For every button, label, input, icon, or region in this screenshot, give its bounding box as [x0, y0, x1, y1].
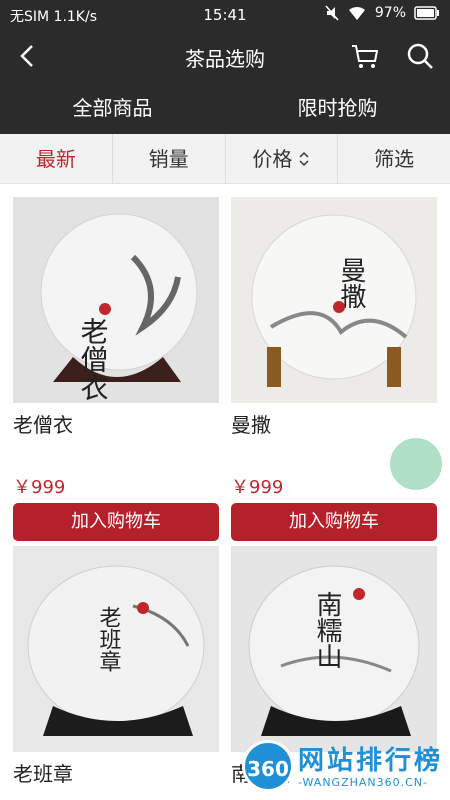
status-icons: 97% [325, 5, 440, 21]
tab-all-products[interactable]: 全部商品 [0, 82, 225, 134]
sort-newest-label: 最新 [35, 146, 76, 171]
mute-icon [325, 5, 339, 21]
battery-percent: 97% [374, 5, 406, 21]
product-image[interactable]: 曼撒 [231, 197, 437, 403]
sort-filter-label: 筛选 [374, 146, 415, 171]
floating-assist-button[interactable] [390, 438, 442, 490]
product-card[interactable]: 老班章 老班章 [13, 546, 219, 788]
product-price: ￥999 [13, 477, 66, 498]
site-watermark: 360 网站排行榜 -WANGZHAN360.CN- [236, 736, 450, 800]
cake-label: 老班章 [96, 606, 122, 672]
cake-label: 南糯山 [312, 591, 342, 669]
page-title: 茶品选购 [185, 47, 265, 71]
tea-cake-illustration: 曼撒 [231, 197, 437, 403]
product-name[interactable]: 老班章 [13, 758, 219, 788]
cart-icon[interactable] [350, 42, 380, 70]
watermark-subtitle: -WANGZHAN360.CN- [298, 776, 429, 789]
product-card[interactable]: 老僧衣 老僧衣 ￥999 加入购物车 [13, 197, 219, 541]
battery-icon [414, 6, 439, 20]
sort-price-label: 价格 [252, 146, 293, 171]
tea-cake-illustration: 老班章 [13, 546, 219, 752]
nav-bar: 茶品选购 [0, 30, 450, 82]
add-to-cart-button[interactable]: 加入购物车 [231, 503, 437, 541]
sort-bar: 最新 销量 价格 筛选 [0, 134, 450, 184]
search-icon[interactable] [405, 41, 435, 71]
product-card[interactable]: 曼撒 曼撒 ￥999 加入购物车 [231, 197, 437, 541]
tab-flash-sale[interactable]: 限时抢购 [225, 82, 450, 134]
product-image[interactable]: 老僧衣 [13, 197, 219, 403]
product-image[interactable]: 南糯山 [231, 546, 437, 752]
product-image[interactable]: 老班章 [13, 546, 219, 752]
sort-price[interactable]: 价格 [226, 134, 339, 183]
add-to-cart-button[interactable]: 加入购物车 [13, 503, 219, 541]
sort-newest[interactable]: 最新 [0, 134, 113, 183]
sort-sales[interactable]: 销量 [113, 134, 226, 183]
status-bar: 无SIM 1.1K/s 15:41 97% [0, 0, 450, 30]
product-name[interactable]: 曼撒 [231, 409, 437, 439]
wifi-icon [348, 6, 365, 20]
cake-label: 老僧衣 [77, 317, 110, 401]
watermark-badge: 360 [242, 740, 294, 792]
tea-cake-illustration: 南糯山 [231, 546, 437, 752]
tea-cake-illustration: 老僧衣 [13, 197, 219, 403]
product-name[interactable]: 老僧衣 [13, 409, 219, 439]
sort-filter[interactable]: 筛选 [338, 134, 450, 183]
sort-sales-label: 销量 [148, 146, 189, 171]
product-grid: 老僧衣 老僧衣 ￥999 加入购物车 曼撒 曼撒 ￥999 加入购物车 老班章 … [0, 184, 450, 800]
sort-toggle-icon [299, 151, 309, 166]
watermark-title: 网站排行榜 [298, 746, 444, 776]
category-tabs: 全部商品 限时抢购 [0, 82, 450, 134]
